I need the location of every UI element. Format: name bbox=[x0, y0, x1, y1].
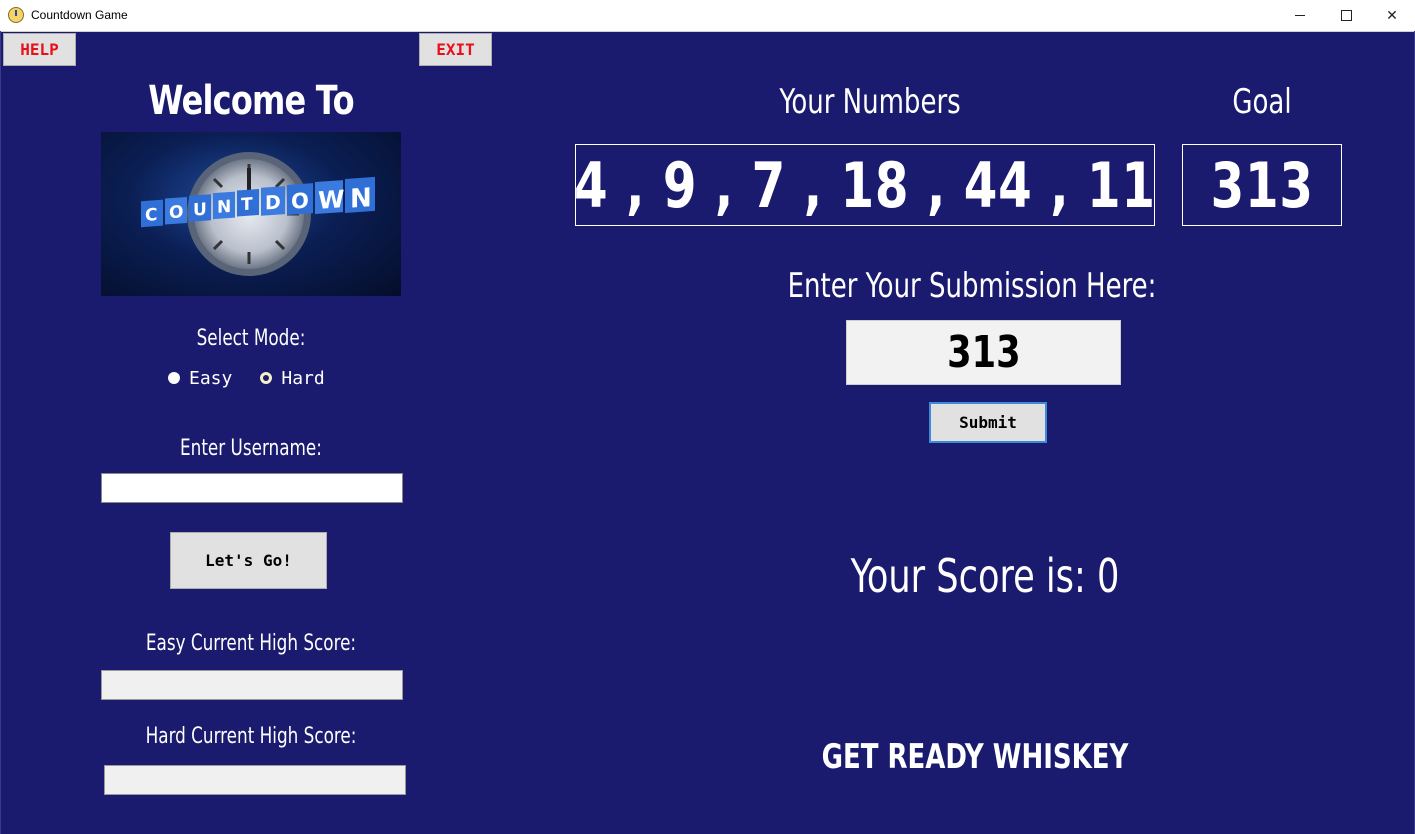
score-text: Your Score is: 0 bbox=[850, 549, 1120, 603]
easy-mode-label: Easy bbox=[189, 367, 233, 389]
maximize-icon bbox=[1340, 10, 1352, 21]
svg-text:U: U bbox=[193, 200, 207, 221]
window-title: Countdown Game bbox=[31, 8, 128, 22]
select-mode-label: Select Mode: bbox=[196, 326, 306, 351]
svg-text:N: N bbox=[217, 197, 231, 218]
minimize-button[interactable] bbox=[1277, 0, 1323, 31]
submit-button[interactable]: Submit bbox=[929, 402, 1047, 443]
goal-label: Goal bbox=[1232, 82, 1292, 122]
goal-display: 313 bbox=[1182, 144, 1342, 226]
submission-value: 313 bbox=[946, 327, 1021, 378]
easy-mode-radio[interactable]: Easy bbox=[168, 368, 232, 389]
numbers-display: 4 , 9 , 7 , 18 , 44 , 11 bbox=[574, 144, 1156, 226]
hard-high-score-field bbox=[104, 765, 406, 795]
welcome-heading: Welcome To bbox=[148, 78, 354, 124]
svg-text:T: T bbox=[241, 194, 253, 215]
countdown-logo: C O U N T D O W N bbox=[101, 132, 401, 296]
title-bar: Countdown Game ✕ bbox=[0, 0, 1415, 32]
radio-unselected-icon bbox=[168, 372, 180, 384]
minimize-icon bbox=[1295, 15, 1305, 16]
clock-icon bbox=[8, 7, 24, 23]
svg-text:O: O bbox=[291, 187, 309, 213]
svg-text:N: N bbox=[350, 183, 372, 214]
easy-high-score-label: Easy Current High Score: bbox=[145, 631, 357, 656]
lets-go-button[interactable]: Let's Go! bbox=[170, 532, 327, 589]
easy-high-score-field bbox=[101, 670, 403, 700]
svg-text:C: C bbox=[145, 205, 157, 226]
maximize-button[interactable] bbox=[1323, 0, 1369, 31]
radio-selected-icon bbox=[260, 372, 273, 384]
svg-text:W: W bbox=[318, 185, 344, 215]
hard-mode-label: Hard bbox=[281, 367, 325, 389]
username-input[interactable] bbox=[101, 473, 403, 503]
svg-text:O: O bbox=[169, 202, 183, 223]
hard-mode-radio[interactable]: Hard bbox=[260, 367, 325, 389]
submission-label: Enter Your Submission Here: bbox=[787, 266, 1157, 306]
hard-high-score-label: Hard Current High Score: bbox=[145, 724, 357, 749]
username-label: Enter Username: bbox=[180, 436, 322, 461]
status-text: GET READY WHISKEY bbox=[821, 737, 1129, 777]
goal-value: 313 bbox=[1210, 148, 1314, 222]
close-icon: ✕ bbox=[1386, 7, 1398, 24]
close-button[interactable]: ✕ bbox=[1369, 0, 1415, 31]
svg-text:D: D bbox=[265, 191, 281, 214]
help-button[interactable]: HELP bbox=[3, 33, 76, 66]
your-numbers-label: Your Numbers bbox=[779, 82, 961, 122]
exit-button[interactable]: EXIT bbox=[419, 33, 492, 66]
submission-input[interactable]: 313 bbox=[846, 320, 1121, 385]
numbers-value: 4 , 9 , 7 , 18 , 44 , 11 bbox=[574, 148, 1156, 222]
mode-radio-group: Easy Hard bbox=[168, 367, 353, 389]
